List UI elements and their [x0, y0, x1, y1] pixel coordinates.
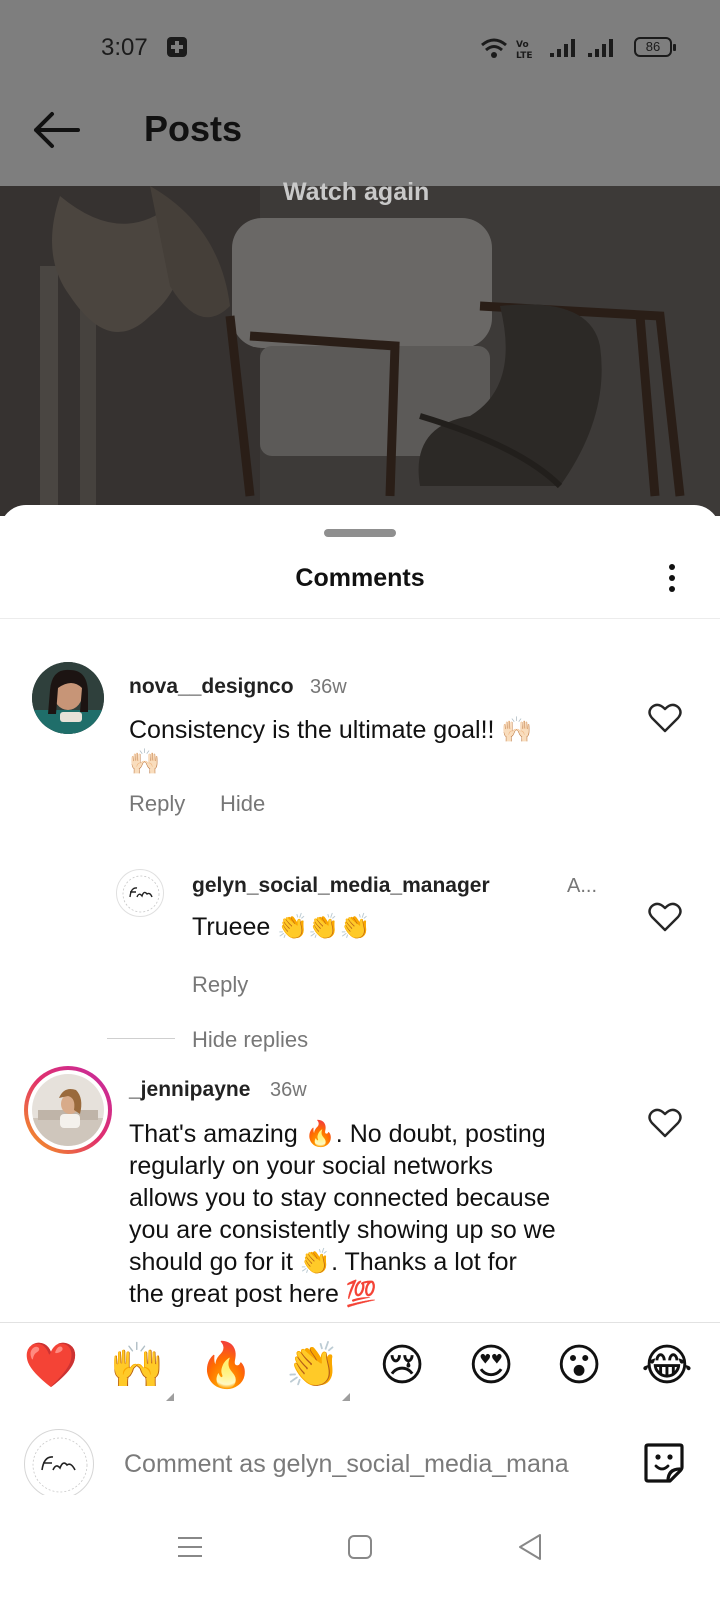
comment-username[interactable]: _jennipayne [129, 1078, 250, 1102]
quick-reactions-bar: ❤️ 🙌 🔥 👏 😢 😍 😮 😂 [0, 1322, 720, 1414]
tears-of-joy-emoji[interactable]: 😂 [638, 1337, 696, 1395]
comment-text: Consistency is the ultimate goal!! 🙌🏻 🙌🏻 [129, 714, 599, 778]
raising-hands-emoji[interactable]: 🙌 [108, 1337, 166, 1395]
comment-time: A... [567, 875, 598, 897]
comment-text-line: allows you to stay connected because [129, 1184, 551, 1212]
like-heart-icon[interactable] [648, 702, 682, 734]
hide-replies-button[interactable]: Hide replies [192, 1027, 308, 1053]
comment-text-line: That's amazing 🔥. No doubt, posting [129, 1120, 546, 1148]
battery-level: 86 [645, 39, 661, 54]
watch-again-label[interactable]: Watch again [283, 178, 429, 207]
chair-photo [0, 186, 720, 516]
skin-tone-indicator [166, 1393, 174, 1401]
volte-icon: Vo LTE [516, 40, 533, 60]
signal-icon-2 [588, 39, 613, 57]
hide-button[interactable]: Hide [220, 791, 265, 817]
comment-text-line: 🙌🏻 [129, 748, 161, 776]
reply-button[interactable]: Reply [192, 972, 248, 998]
like-heart-icon[interactable] [648, 1107, 682, 1139]
comment-text-line: the great post here 💯 [129, 1280, 377, 1308]
avatar-gelyn[interactable] [116, 869, 164, 917]
avatar-photo [32, 1074, 104, 1146]
comment-username[interactable]: gelyn_social_media_manager [192, 874, 490, 898]
status-time: 3:07 [101, 34, 148, 61]
avatar-nova-designco[interactable] [32, 662, 104, 734]
svg-text:LTE: LTE [516, 51, 533, 60]
surprised-face-emoji[interactable]: 😮 [550, 1337, 608, 1395]
svg-text:Vo: Vo [516, 40, 529, 50]
home-icon[interactable] [338, 1525, 382, 1569]
comment-list[interactable]: nova__designco 36w Consistency is the ul… [0, 619, 720, 1322]
like-heart-icon[interactable] [648, 901, 682, 933]
status-bar: 3:07 Vo LTE 86 [0, 0, 720, 90]
sticker-icon[interactable] [640, 1439, 688, 1487]
brand-logo [32, 1437, 88, 1493]
red-heart-emoji[interactable]: ❤️ [22, 1337, 80, 1395]
avatar-jennipayne[interactable] [24, 1066, 112, 1154]
comment-text: That's amazing 🔥. No doubt, posting regu… [129, 1118, 619, 1310]
comments-title: Comments [295, 564, 425, 592]
comment-time: 36w [270, 1079, 307, 1101]
comment-text-line: should go for it 👏. Thanks a lot for [129, 1248, 517, 1276]
comment-text-line: regularly on your social networks [129, 1152, 494, 1180]
comments-sheet: Comments nova__designco 36w Consistency … [0, 505, 720, 1600]
sheet-drag-handle[interactable] [324, 529, 396, 537]
system-nav-bar [0, 1495, 720, 1600]
wifi-icon [481, 38, 507, 58]
comment-text: Trueee 👏👏👏 [192, 913, 371, 941]
skin-tone-indicator [342, 1393, 350, 1401]
clapping-hands-emoji[interactable]: 👏 [284, 1337, 342, 1395]
comment-username[interactable]: nova__designco [129, 675, 294, 699]
back-arrow-icon[interactable] [30, 108, 82, 152]
compose-avatar [24, 1429, 94, 1499]
back-nav-icon[interactable] [508, 1525, 552, 1569]
comment-time: 36w [310, 676, 347, 698]
heart-eyes-emoji[interactable]: 😍 [462, 1337, 520, 1395]
more-options-icon[interactable] [660, 561, 684, 597]
crying-face-emoji[interactable]: 😢 [373, 1337, 431, 1395]
recent-apps-icon[interactable] [168, 1525, 212, 1569]
page-title: Posts [144, 108, 243, 149]
signal-icon-1 [550, 39, 575, 57]
fire-emoji[interactable]: 🔥 [197, 1337, 255, 1395]
battery-indicator: 86 [634, 37, 676, 57]
comment-text-line: Consistency is the ultimate goal!! 🙌🏻 [129, 716, 533, 744]
comment-input[interactable] [124, 1444, 614, 1484]
post-media[interactable] [0, 186, 720, 516]
comment-text-line: you are consistently showing up so we [129, 1216, 556, 1244]
notification-icon [167, 37, 187, 57]
reply-button[interactable]: Reply [129, 791, 185, 817]
thread-line [107, 1038, 175, 1039]
